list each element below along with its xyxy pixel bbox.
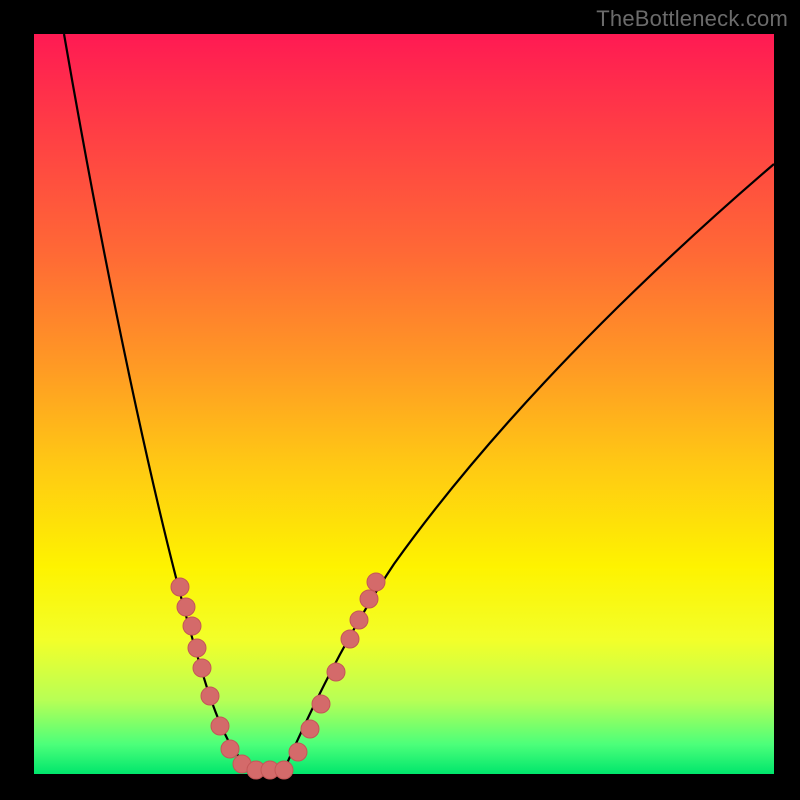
data-marker <box>171 578 189 596</box>
marker-group <box>171 573 385 779</box>
plot-area <box>34 34 774 774</box>
data-marker <box>367 573 385 591</box>
data-marker <box>289 743 307 761</box>
curve-left <box>64 34 256 770</box>
chart-frame: TheBottleneck.com <box>0 0 800 800</box>
data-marker <box>211 717 229 735</box>
curve-layer <box>34 34 774 774</box>
curve-right <box>284 164 774 770</box>
data-marker <box>183 617 201 635</box>
data-marker <box>350 611 368 629</box>
data-marker <box>221 740 239 758</box>
data-marker <box>327 663 345 681</box>
watermark-text: TheBottleneck.com <box>596 6 788 32</box>
data-marker <box>193 659 211 677</box>
data-marker <box>312 695 330 713</box>
data-marker <box>188 639 206 657</box>
data-marker <box>177 598 195 616</box>
data-marker <box>341 630 359 648</box>
data-marker <box>360 590 378 608</box>
data-marker <box>275 761 293 779</box>
data-marker <box>201 687 219 705</box>
data-marker <box>301 720 319 738</box>
